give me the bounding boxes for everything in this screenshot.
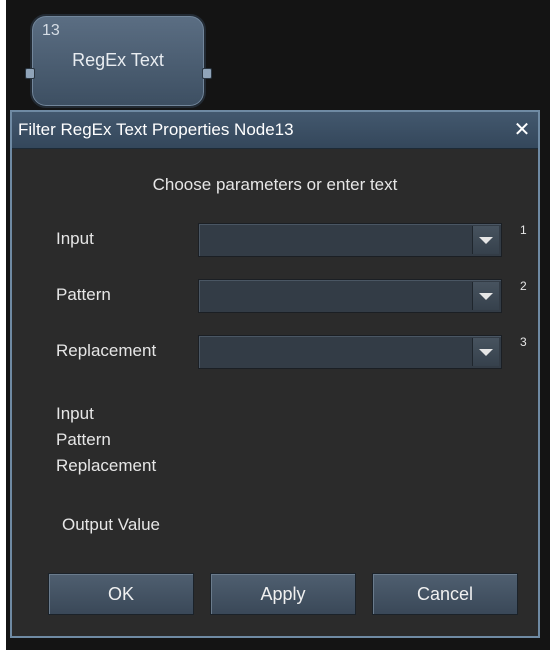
dialog-title: Filter RegEx Text Properties Node13 <box>18 120 294 139</box>
regex-text-node[interactable]: 13 RegEx Text <box>25 14 212 108</box>
instruction-text: Choose parameters or enter text <box>152 175 398 194</box>
node-title-label: RegEx Text <box>72 50 164 70</box>
info-input: Input <box>56 404 94 423</box>
replacement-label: Replacement <box>56 341 157 360</box>
replacement-row-number: 3 <box>520 335 527 349</box>
pattern-combo[interactable] <box>198 279 502 313</box>
pattern-row-number: 2 <box>520 279 527 293</box>
node-id-label: 13 <box>42 22 60 39</box>
info-replacement: Replacement <box>56 456 157 475</box>
dialog-content: Choose parameters or enter text Input 1 … <box>12 149 538 636</box>
ok-button[interactable]: OK <box>48 573 194 615</box>
replacement-combo[interactable] <box>198 335 502 369</box>
input-row-number: 1 <box>520 223 527 237</box>
apply-button[interactable]: Apply <box>210 573 356 615</box>
node-output-port[interactable] <box>202 68 212 79</box>
chevron-down-icon[interactable] <box>472 338 499 366</box>
pattern-label: Pattern <box>56 285 111 304</box>
input-label: Input <box>56 229 94 248</box>
output-value-label: Output Value <box>62 515 160 534</box>
cancel-button[interactable]: Cancel <box>372 573 518 615</box>
graph-canvas: 13 RegEx Text Filter RegEx Text Properti… <box>6 0 550 650</box>
info-pattern: Pattern <box>56 430 111 449</box>
properties-dialog: Filter RegEx Text Properties Node13 ✕ Ch… <box>10 110 540 638</box>
input-combo[interactable] <box>198 223 502 257</box>
dialog-titlebar[interactable]: Filter RegEx Text Properties Node13 ✕ <box>12 112 538 149</box>
node-input-port[interactable] <box>25 68 35 79</box>
chevron-down-icon[interactable] <box>472 282 499 310</box>
close-icon[interactable]: ✕ <box>512 120 532 140</box>
chevron-down-icon[interactable] <box>472 226 499 254</box>
